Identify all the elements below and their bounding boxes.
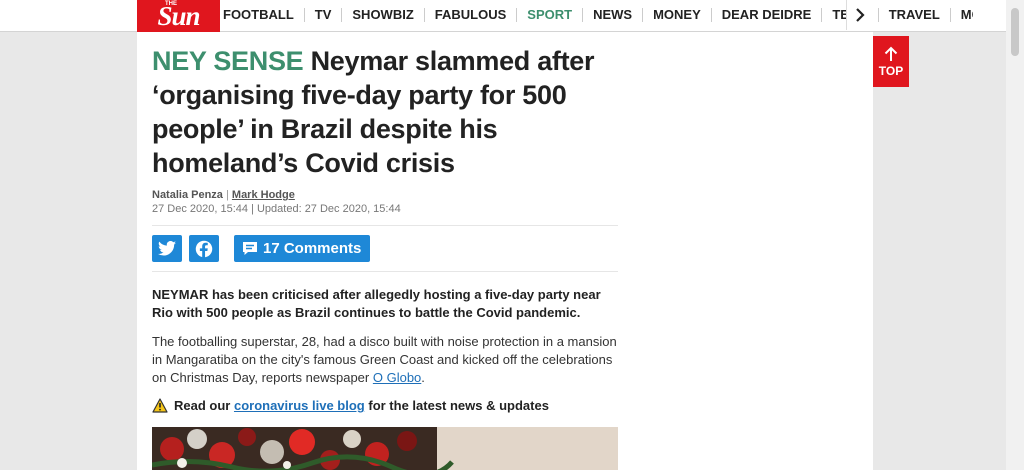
- scrollbar-thumb[interactable]: [1011, 8, 1019, 56]
- divider-bottom: [152, 271, 618, 272]
- comments-button[interactable]: 17 Comments: [234, 235, 371, 262]
- nav-item-football[interactable]: FOOTBALL: [220, 8, 305, 22]
- coronavirus-live-blog-link[interactable]: coronavirus live blog: [234, 398, 365, 413]
- publish-dates: 27 Dec 2020, 15:44 | Updated: 27 Dec 202…: [152, 203, 401, 215]
- article-headline: NEY SENSE Neymar slammed after ‘organisi…: [152, 44, 612, 180]
- author-natalia-penza[interactable]: Natalia Penza: [152, 189, 223, 201]
- top-button-label: TOP: [878, 63, 904, 78]
- christmas-decor-photo: [152, 427, 618, 470]
- scrollbar-track[interactable]: [1006, 0, 1024, 470]
- the-sun-logo[interactable]: THE Sun: [137, 0, 220, 32]
- author-separator: |: [225, 189, 229, 201]
- nav-item-money[interactable]: MONEY: [643, 8, 712, 22]
- comments-label: 17 Comments: [263, 240, 362, 257]
- back-to-top-button[interactable]: TOP: [873, 36, 909, 87]
- nav-item-tv[interactable]: TV: [305, 8, 343, 22]
- paragraph-end: .: [421, 370, 425, 385]
- article-lead-paragraph: NEYMAR has been criticised after alleged…: [152, 287, 601, 320]
- top-navigation-bar: THE Sun FOOTBALL TV SHOWBIZ FABULOUS SPO…: [0, 0, 1024, 32]
- byline: Natalia Penza | Mark Hodge: [152, 189, 295, 201]
- article-paragraph: The footballing superstar, 28, had a dis…: [152, 333, 618, 387]
- logo-the-text: THE: [165, 1, 177, 7]
- divider-top: [152, 225, 618, 226]
- article-photo: [152, 427, 618, 470]
- facebook-share-button[interactable]: [189, 235, 219, 262]
- share-bar: 17 Comments: [152, 235, 371, 262]
- facebook-icon: [195, 240, 213, 258]
- chevron-right-icon: [855, 8, 865, 22]
- nav-item-truncated[interactable]: MC: [951, 8, 973, 22]
- nav-item-dear-deidre[interactable]: DEAR DEIDRE: [712, 8, 823, 22]
- nav-item-news[interactable]: NEWS: [583, 8, 644, 22]
- blog-suffix: for the latest news & updates: [368, 398, 549, 413]
- twitter-share-button[interactable]: [152, 235, 182, 262]
- twitter-icon: [158, 241, 176, 256]
- blog-prefix: Read our: [174, 398, 231, 413]
- comment-icon: [243, 242, 257, 255]
- nav-item-sport[interactable]: SPORT: [517, 8, 584, 22]
- nav-item-travel[interactable]: TRAVEL: [879, 8, 951, 22]
- author-mark-hodge[interactable]: Mark Hodge: [232, 189, 295, 201]
- live-blog-promo: Read our coronavirus live blog for the l…: [152, 398, 618, 413]
- nav-item-showbiz[interactable]: SHOWBIZ: [342, 8, 425, 22]
- nav-item-fabulous[interactable]: FABULOUS: [425, 8, 518, 22]
- o-globo-link[interactable]: O Globo: [373, 370, 421, 385]
- logo-sun-text: Sun: [157, 1, 200, 31]
- nav-scroll-right-button[interactable]: [846, 0, 872, 30]
- headline-kicker: NEY SENSE: [152, 46, 304, 76]
- warning-icon: [152, 398, 168, 413]
- arrow-up-icon: [884, 46, 898, 61]
